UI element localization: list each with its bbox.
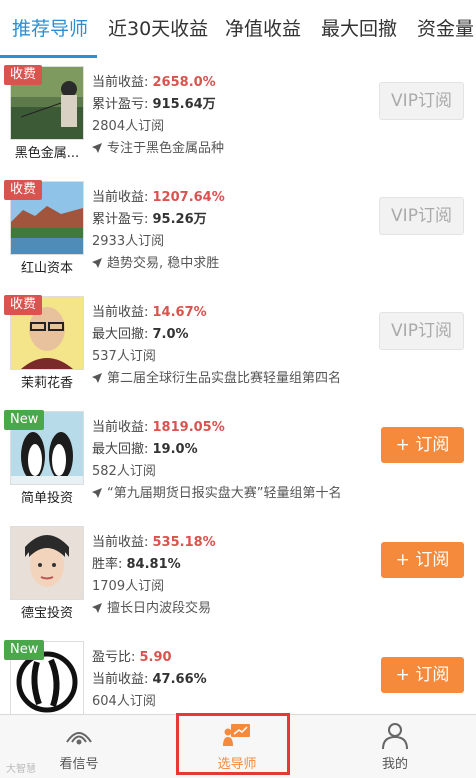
mentor-card[interactable]: 收费 黑色金属... 当前收益: 2658.0% 累计盈亏: 915.64万 2… xyxy=(0,58,476,174)
max-drawdown: 最大回撤: 7.0% xyxy=(92,327,189,342)
subscriber-count: 537人订阅 xyxy=(92,349,156,364)
mentor-name: 简单投资 xyxy=(20,491,73,506)
current-return: 当前收益: 1819.05% xyxy=(92,420,225,435)
subscriber-count: 2804人订阅 xyxy=(92,119,165,134)
cumulative-pnl: 累计盈亏: 915.64万 xyxy=(92,97,216,112)
vip-subscribe-button[interactable]: VIP订阅 xyxy=(379,197,464,235)
location-arrow-icon xyxy=(92,603,102,613)
fee-badge: 收费 xyxy=(4,180,43,200)
tab-30-day-return[interactable]: 近30天收益 xyxy=(108,0,208,58)
mentor-card[interactable]: 收费 红山资本 当前收益: 1207.64% 累计盈亏: 95.26万 2933… xyxy=(0,173,476,289)
mentor-name: 红山资本 xyxy=(20,261,73,276)
mentor-description: 专注于黑色金属品种 xyxy=(92,137,224,156)
subscribe-button[interactable]: + 订阅 xyxy=(381,427,464,463)
location-arrow-icon xyxy=(92,258,102,268)
subscribe-button[interactable]: + 订阅 xyxy=(381,542,464,578)
subscriber-count: 2933人订阅 xyxy=(92,234,165,249)
mentor-description: 擅长日内波段交易 xyxy=(92,597,211,616)
vip-subscribe-button[interactable]: VIP订阅 xyxy=(379,82,464,120)
location-arrow-icon xyxy=(92,373,102,383)
mentor-card[interactable]: New 简单投资 当前收益: 1819.05% 最大回撤: 19.0% 582人… xyxy=(0,403,476,519)
location-arrow-icon xyxy=(92,143,102,153)
max-drawdown: 最大回撤: 19.0% xyxy=(92,442,198,457)
mentor-card[interactable]: 德宝投资 当前收益: 535.18% 胜率: 84.81% 1709人订阅 擅长… xyxy=(0,518,476,634)
current-return: 当前收益: 1207.64% xyxy=(92,190,225,205)
current-return: 当前收益: 2658.0% xyxy=(92,75,216,90)
drawn-face-icon xyxy=(11,527,83,599)
win-rate: 胜率: 84.81% xyxy=(92,557,181,572)
tab-recommended-mentors[interactable]: 推荐导师 xyxy=(12,0,88,58)
mentor-description: 第二届全球衍生品实盘比赛轻量组第四名 xyxy=(92,367,341,386)
user-icon xyxy=(382,723,408,750)
mentor-avatar[interactable] xyxy=(10,526,84,600)
mentor-card[interactable]: New 盈亏比: 5.90 当前收益: 47.66% 604人订阅 + 订阅 xyxy=(0,633,476,714)
tab-max-drawdown[interactable]: 最大回撤 xyxy=(321,0,397,58)
mentor-card[interactable]: 收费 茉莉花香 当前收益: 14.67% 最大回撤: 7.0% 537人订阅 第… xyxy=(0,288,476,404)
top-tab-bar: 推荐导师 近30天收益 净值收益 最大回撤 资金量 xyxy=(0,0,476,59)
cumulative-pnl: 累计盈亏: 95.26万 xyxy=(92,212,207,227)
fee-badge: 收费 xyxy=(4,295,43,315)
mentor-description: “第九届期货日报实盘大赛”轻量组第十名 xyxy=(92,482,341,501)
teacher-board-icon xyxy=(223,724,250,746)
subscribe-button[interactable]: + 订阅 xyxy=(381,657,464,693)
current-return: 当前收益: 47.66% xyxy=(92,672,207,687)
bottom-navigation: 看信号 选导师 我的 xyxy=(0,714,476,778)
current-return: 当前收益: 535.18% xyxy=(92,535,216,550)
mentor-description: 趋势交易, 稳中求胜 xyxy=(92,252,219,271)
nav-my-profile[interactable]: 我的 xyxy=(316,715,474,778)
vip-subscribe-button[interactable]: VIP订阅 xyxy=(379,312,464,350)
subscriber-count: 1709人订阅 xyxy=(92,579,165,594)
location-arrow-icon xyxy=(92,488,102,498)
mentor-name: 黑色金属... xyxy=(14,146,80,161)
nav-select-mentor[interactable]: 选导师 xyxy=(158,715,316,778)
signal-icon xyxy=(66,732,92,745)
new-badge: New xyxy=(4,640,45,660)
tab-fund-size[interactable]: 资金量 xyxy=(417,0,474,58)
new-badge: New xyxy=(4,410,45,430)
mentor-name: 茉莉花香 xyxy=(20,376,73,391)
subscriber-count: 582人订阅 xyxy=(92,464,156,479)
tab-net-value-return[interactable]: 净值收益 xyxy=(225,0,301,58)
mentor-name: 德宝投资 xyxy=(20,606,73,621)
profit-loss-ratio: 盈亏比: 5.90 xyxy=(92,650,172,665)
fee-badge: 收费 xyxy=(4,65,43,85)
mentor-list[interactable]: 收费 黑色金属... 当前收益: 2658.0% 累计盈亏: 915.64万 2… xyxy=(0,58,476,714)
subscriber-count: 604人订阅 xyxy=(92,694,156,709)
current-return: 当前收益: 14.67% xyxy=(92,305,207,320)
watermark-text: 大智慧 xyxy=(6,764,36,775)
